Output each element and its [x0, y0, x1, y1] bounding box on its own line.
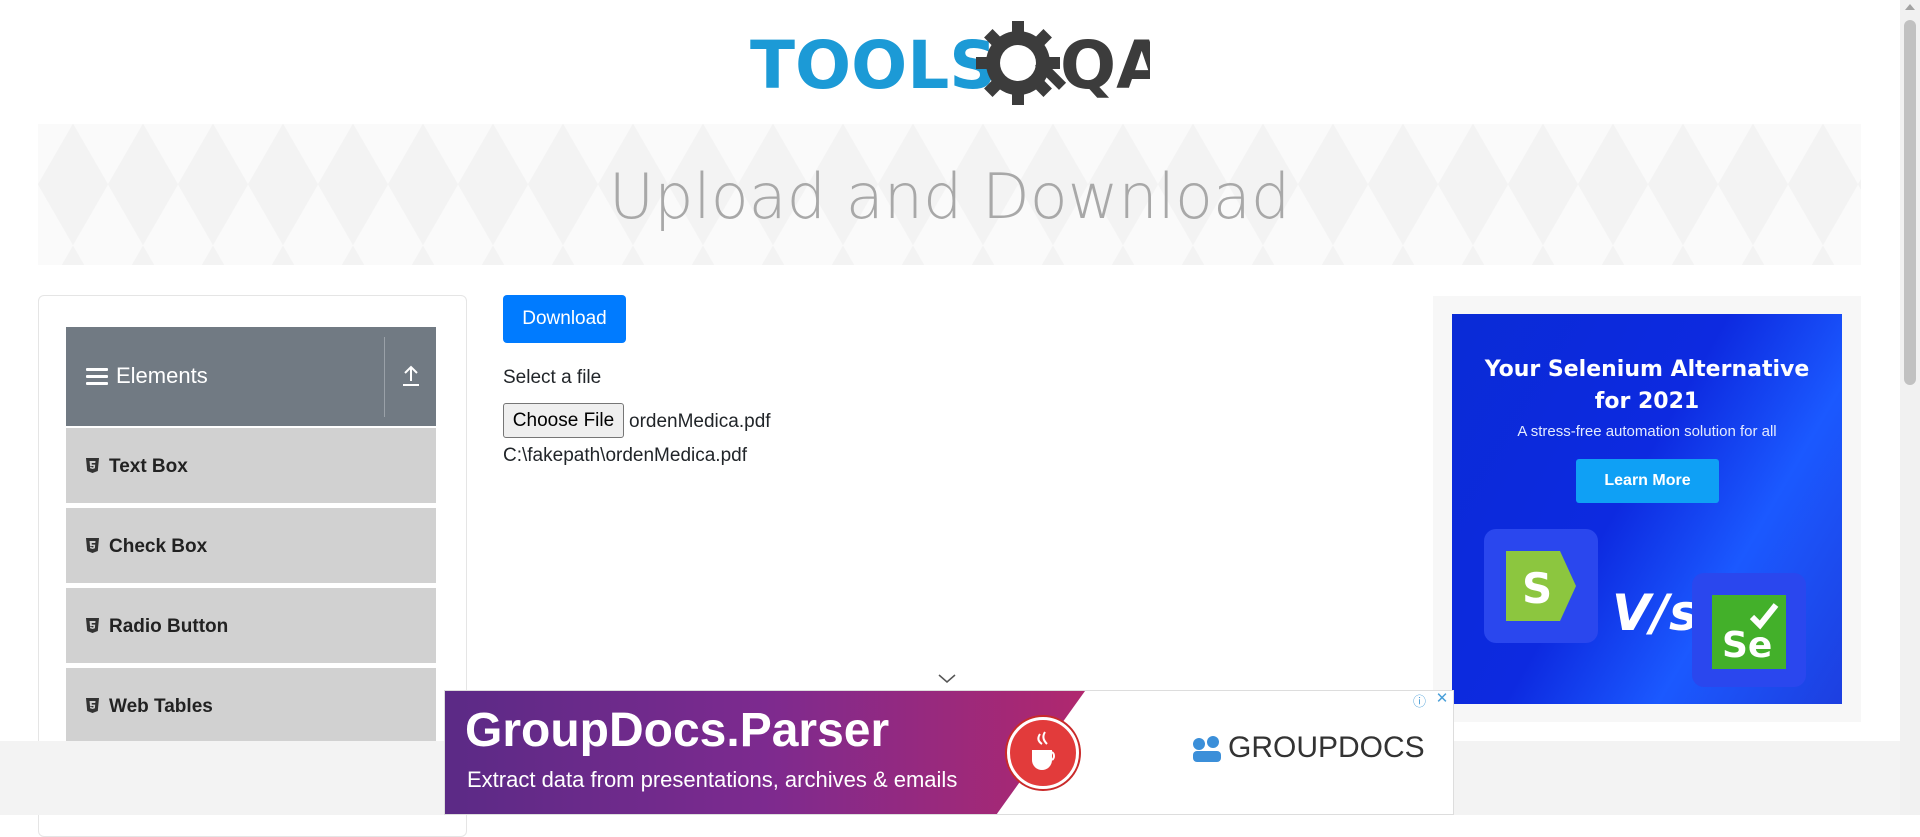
- selenium-alternative-ad[interactable]: Your Selenium Alternative for 2021 A str…: [1452, 314, 1842, 704]
- vs-text: V/s: [1612, 584, 1699, 642]
- html5-icon: [86, 538, 99, 553]
- close-icon[interactable]: ✕: [1433, 691, 1451, 707]
- page-banner: Upload and Download: [38, 124, 1861, 265]
- uploaded-file-path: C:\fakepath\ordenMedica.pdf: [503, 445, 747, 466]
- logo-text-tools: TOOLS: [750, 27, 997, 104]
- ad-brand: GROUPDOCS: [1228, 731, 1425, 764]
- group-title: Elements: [116, 363, 208, 388]
- ad-title-line1: Your Selenium Alternative: [1484, 357, 1810, 382]
- sidebar-item-label: Check Box: [109, 536, 208, 557]
- html5-icon: [86, 698, 99, 713]
- hamburger-icon: [86, 368, 108, 386]
- ad-title-line2: for 2021: [1594, 389, 1700, 414]
- ad-tagline: Extract data from presentations, archive…: [467, 767, 958, 792]
- sidebar-item-text-box[interactable]: Text Box: [66, 426, 436, 503]
- sidebar-item-label: Text Box: [109, 456, 188, 477]
- toolsqa-logo[interactable]: TOOLS QA: [750, 18, 1167, 113]
- html5-icon: [86, 618, 99, 633]
- ad-subtitle: A stress-free automation solution for al…: [1517, 423, 1777, 440]
- ad-headline: GroupDocs.Parser: [465, 704, 890, 757]
- page-title: Upload and Download: [608, 160, 1291, 233]
- divider: [384, 337, 385, 417]
- java-icon: [1007, 717, 1079, 789]
- ad-info-icon[interactable]: ⓘ: [1413, 691, 1431, 709]
- chosen-file-name: ordenMedica.pdf: [629, 411, 771, 432]
- selenium-tile: Se: [1692, 573, 1806, 687]
- ad-title: Your Selenium Alternative for 2021: [1452, 354, 1842, 418]
- learn-more-button[interactable]: Learn More: [1576, 459, 1719, 503]
- sidebar-item-radio-button[interactable]: Radio Button: [66, 586, 436, 663]
- download-button[interactable]: Download: [503, 295, 626, 343]
- choose-file-button[interactable]: Choose File: [503, 403, 624, 438]
- groupdocs-ad[interactable]: GroupDocs.Parser Extract data from prese…: [444, 690, 1454, 815]
- select-file-label: Select a file: [503, 367, 602, 388]
- logo-text-qa: QA: [1060, 27, 1150, 104]
- collapse-arrow-icon[interactable]: [396, 361, 426, 391]
- sidebar-item-label: Web Tables: [109, 696, 213, 717]
- sidebar-item-check-box[interactable]: Check Box: [66, 506, 436, 583]
- scroll-thumb[interactable]: [1904, 20, 1916, 385]
- group-header-elements[interactable]: Elements: [66, 327, 436, 427]
- gear-icon: [976, 21, 1067, 105]
- chevron-down-icon[interactable]: [938, 674, 956, 684]
- sidebar-item-label: Radio Button: [109, 616, 229, 637]
- katalon-tile: S: [1484, 529, 1598, 643]
- html5-icon: [86, 458, 99, 473]
- tile1-letter: S: [1522, 564, 1552, 613]
- sidebar-item-web-tables[interactable]: Web Tables: [66, 666, 436, 743]
- page-scrollbar[interactable]: [1900, 0, 1920, 815]
- tile2-letter: Se: [1722, 625, 1772, 666]
- scroll-up-arrow-icon[interactable]: [1905, 4, 1915, 10]
- groupdocs-logo-icon: [1193, 736, 1221, 762]
